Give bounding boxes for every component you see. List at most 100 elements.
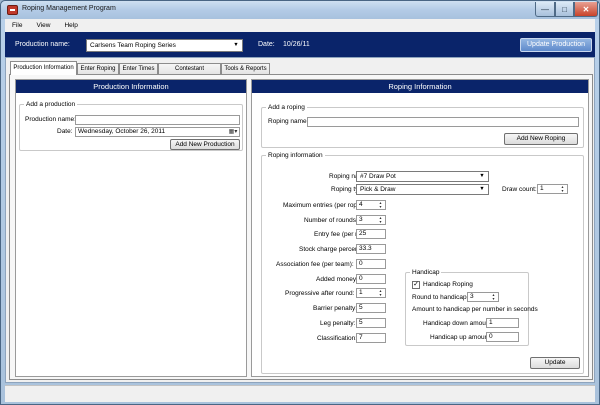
roping-information-group-title: Roping information (266, 152, 325, 159)
production-bar: Production name: Carlsens Team Roping Se… (5, 32, 595, 57)
add-roping-group: Add a roping Roping name: Add New Roping (261, 104, 584, 148)
tab-tools-reports[interactable]: Tools & Reports (221, 63, 270, 74)
num-rounds-stepper[interactable]: 3 ▲ ▼ (356, 215, 386, 225)
window-title: Roping Management Program (22, 5, 116, 12)
progressive-stepper[interactable]: 1 ▲ ▼ (356, 288, 386, 298)
num-rounds-label: Number of rounds: (304, 217, 358, 224)
roping-type-select[interactable]: Pick & Draw ▼ (356, 184, 489, 195)
add-roping-name-label: Roping name: (268, 118, 309, 125)
tab-enter-times[interactable]: Enter Times (119, 63, 158, 74)
handicap-group: Handicap ✓ Handicap Roping Round to hand… (405, 269, 538, 346)
menu-bar: File View Help (5, 19, 595, 32)
close-button[interactable]: ✕ (574, 2, 598, 17)
spinner-arrows-icon[interactable]: ▲ ▼ (377, 216, 384, 224)
roping-name-select-value: #7 Draw Pot (360, 173, 396, 180)
production-select[interactable]: Carlsens Team Roping Series ▼ (86, 39, 243, 52)
title-bar[interactable]: Roping Management Program — □ ✕ (1, 1, 599, 19)
max-entries-label: Maximum entries (per roper): (283, 202, 367, 209)
minimize-icon: — (541, 4, 549, 14)
chevron-down-icon: ▼ (479, 173, 485, 179)
status-bar (5, 385, 595, 402)
tab-content: Production Information Add a production … (9, 74, 593, 380)
production-panel-header: Production Information (16, 80, 246, 93)
production-date-value: 10/26/11 (283, 41, 310, 48)
main-area: Production Information Enter Roping Ente… (5, 57, 595, 383)
classification-input[interactable]: 7 (356, 333, 386, 343)
classification-label: Classification: (317, 335, 358, 342)
add-production-group: Add a production Production name: Date: … (19, 101, 243, 151)
draw-count-label: Draw count: (502, 186, 537, 193)
added-money-label: Added money: (316, 276, 358, 283)
barrier-penalty-label: Barrier penalty: (313, 305, 358, 312)
production-name-label: Production name: (15, 41, 70, 48)
handicap-down-input[interactable]: 1 (486, 318, 519, 328)
handicap-roping-checkbox[interactable]: ✓ (412, 281, 420, 289)
checkmark-icon: ✓ (413, 281, 419, 288)
production-date-label: Date: (258, 41, 275, 48)
add-roping-button[interactable]: Add New Roping (504, 133, 578, 145)
round-to-handicap-label: Round to handicap: (412, 294, 469, 301)
round-to-handicap-stepper[interactable]: 3 ▲ ▼ (467, 292, 499, 302)
max-entries-value: 4 (359, 201, 363, 208)
update-roping-button[interactable]: Update (530, 357, 580, 369)
update-production-button[interactable]: Update Production (520, 38, 592, 52)
num-rounds-value: 3 (359, 216, 363, 223)
production-panel: Production Information Add a production … (15, 79, 247, 377)
production-name-input[interactable] (75, 115, 240, 125)
add-production-group-title: Add a production (24, 101, 78, 108)
roping-type-select-value: Pick & Draw (360, 186, 396, 193)
tab-enter-roping[interactable]: Enter Roping (77, 63, 119, 74)
production-date-picker-value: Wednesday, October 26, 2011 (78, 128, 166, 135)
max-entries-stepper[interactable]: 4 ▲ ▼ (356, 200, 386, 210)
entry-fee-input[interactable]: 25 (356, 229, 386, 239)
menu-view[interactable]: View (29, 22, 57, 29)
roping-name-select[interactable]: #7 Draw Pot ▼ (356, 171, 489, 182)
calendar-icon[interactable]: ▦▾ (228, 128, 238, 136)
chevron-down-icon: ▼ (233, 42, 239, 48)
spinner-arrows-icon[interactable]: ▲ ▼ (377, 289, 384, 297)
tab-contestant-information[interactable]: Contestant Information (158, 63, 221, 82)
round-to-handicap-value: 3 (470, 293, 474, 300)
roping-panel-header: Roping Information (252, 80, 588, 93)
menu-file[interactable]: File (5, 22, 29, 29)
barrier-penalty-input[interactable]: 5 (356, 303, 386, 313)
close-icon: ✕ (582, 4, 590, 14)
spinner-arrows-icon[interactable]: ▲ ▼ (559, 185, 566, 193)
production-date-field-label: Date: (57, 128, 73, 135)
association-fee-label: Association fee (per team): (276, 261, 354, 268)
handicap-amount-caption: Amount to handicap per number in seconds (412, 306, 538, 313)
progressive-value: 1 (359, 289, 363, 296)
stock-charge-input[interactable]: 33.3 (356, 244, 386, 254)
draw-count-stepper[interactable]: 1 ▲ ▼ (537, 184, 568, 194)
app-icon (7, 5, 18, 15)
maximize-button[interactable]: □ (555, 2, 574, 17)
add-roping-group-title: Add a roping (266, 104, 307, 111)
menu-help[interactable]: Help (57, 22, 84, 29)
progressive-label: Progressive after round: (285, 290, 355, 297)
draw-count-value: 1 (540, 185, 544, 192)
leg-penalty-label: Leg penalty: (320, 320, 356, 327)
production-date-picker[interactable]: Wednesday, October 26, 2011 ▦▾ (75, 127, 240, 137)
roping-information-group: Roping information Roping name: #7 Draw … (261, 152, 584, 374)
minimize-button[interactable]: — (535, 2, 555, 17)
handicap-group-title: Handicap (410, 269, 442, 276)
maximize-icon: □ (562, 4, 567, 14)
app-window: Roping Management Program — □ ✕ File Vie… (0, 0, 600, 405)
handicap-down-label: Handicap down amount: (423, 320, 494, 327)
stock-charge-label: Stock charge percent: (299, 246, 363, 253)
spinner-arrows-icon[interactable]: ▲ ▼ (490, 293, 497, 301)
roping-panel: Roping Information Add a roping Roping n… (251, 79, 589, 377)
add-roping-name-input[interactable] (307, 117, 579, 127)
tab-production-information[interactable]: Production Information (10, 61, 77, 75)
association-fee-input[interactable]: 0 (356, 259, 386, 269)
handicap-roping-label: Handicap Roping (423, 281, 473, 288)
added-money-input[interactable]: 0 (356, 274, 386, 284)
production-select-value: Carlsens Team Roping Series (90, 42, 176, 49)
spinner-arrows-icon[interactable]: ▲ ▼ (377, 201, 384, 209)
leg-penalty-input[interactable]: 5 (356, 318, 386, 328)
chevron-down-icon: ▼ (479, 186, 485, 192)
handicap-up-label: Handicap up amount: (430, 334, 492, 341)
production-name-field-label: Production name: (25, 116, 76, 123)
handicap-up-input[interactable]: 0 (486, 332, 519, 342)
add-production-button[interactable]: Add New Production (170, 139, 240, 150)
